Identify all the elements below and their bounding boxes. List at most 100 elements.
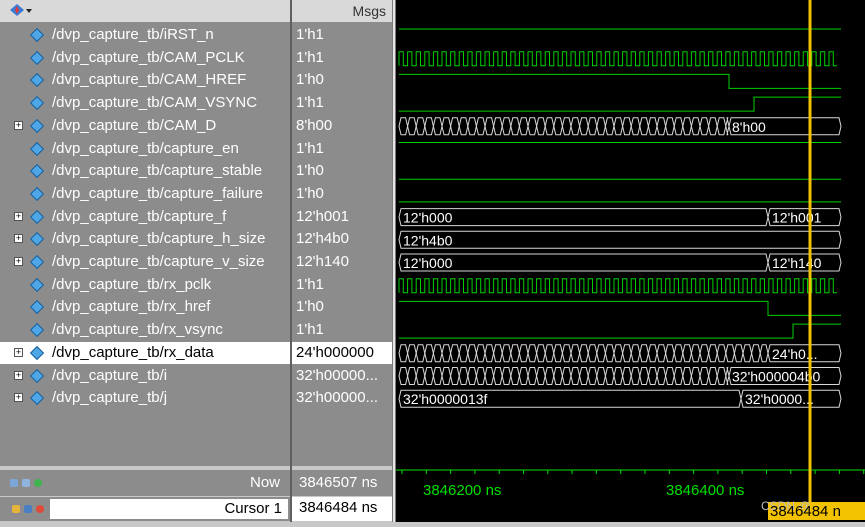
bus-segment xyxy=(475,344,486,363)
signal-value[interactable]: 1'h0 xyxy=(292,69,392,92)
time-tick-2: 3846400 ns xyxy=(666,482,744,499)
wave-trace xyxy=(399,73,841,89)
time-tick-1: 3846200 ns xyxy=(423,482,501,499)
signal-row[interactable]: + /dvp_capture_tb/capture_h_size xyxy=(0,228,290,251)
bus-segment xyxy=(415,344,426,363)
signal-name: /dvp_capture_tb/rx_data xyxy=(52,343,214,361)
signal-value[interactable]: 1'h0 xyxy=(292,183,392,206)
signal-value[interactable]: 12'h4b0 xyxy=(292,228,392,251)
add-icon[interactable] xyxy=(34,479,42,487)
bus-segment xyxy=(759,344,769,363)
expand-icon[interactable]: + xyxy=(14,234,23,244)
signal-row[interactable]: /dvp_capture_tb/rx_pclk xyxy=(0,274,290,297)
expand-icon[interactable]: + xyxy=(14,257,23,266)
expand-icon[interactable]: + xyxy=(14,347,23,357)
signal-value[interactable]: 24'h000000 xyxy=(292,341,392,365)
signal-names-panel: /dvp_capture_tb/iRST_n/dvp_capture_tb/CA… xyxy=(0,22,290,466)
signal-row[interactable]: + /dvp_capture_tb/rx_data xyxy=(0,341,290,365)
signal-value[interactable]: 12'h140 xyxy=(292,251,392,274)
now-label: Now xyxy=(249,474,280,491)
signal-diamond-icon xyxy=(29,186,45,201)
expand-icon[interactable]: + xyxy=(14,370,23,380)
bus-segment xyxy=(673,367,684,385)
signal-name: /dvp_capture_tb/capture_en xyxy=(52,139,239,157)
bus-segment xyxy=(441,344,452,363)
bus-segment xyxy=(613,117,624,136)
signal-row[interactable]: /dvp_capture_tb/CAM_HREF xyxy=(0,69,290,92)
bus-value-label: 12'h001 xyxy=(772,210,822,226)
bus-segment xyxy=(398,208,769,227)
signal-diamond-icon xyxy=(29,323,45,338)
signal-row[interactable]: /dvp_capture_tb/iRST_n xyxy=(0,24,290,47)
signal-value[interactable]: 8'h00 xyxy=(292,115,392,138)
signal-value[interactable]: 1'h0 xyxy=(292,160,392,183)
signal-name: /dvp_capture_tb/capture_v_size xyxy=(52,253,265,270)
sim-icon[interactable] xyxy=(10,479,18,487)
signal-row[interactable]: + /dvp_capture_tb/CAM_D xyxy=(0,115,290,138)
signal-row[interactable]: + /dvp_capture_tb/capture_v_size xyxy=(0,251,290,274)
expand-icon[interactable]: + xyxy=(14,211,23,221)
bus-segment xyxy=(708,344,718,363)
signal-row[interactable]: /dvp_capture_tb/rx_href xyxy=(0,296,290,319)
wave-menu-icon[interactable] xyxy=(10,4,32,16)
bus-value-label: 12'h000 xyxy=(403,210,453,226)
time-ruler[interactable]: 3846200 ns 3846400 ns CSDN @ 3846484 n xyxy=(396,466,865,522)
bus-segment xyxy=(424,344,434,363)
signal-value[interactable]: 1'h0 xyxy=(292,296,392,319)
signal-value[interactable]: 12'h001 xyxy=(292,206,392,229)
signal-value[interactable]: 1'h1 xyxy=(292,47,392,70)
pane-splitter[interactable] xyxy=(290,0,292,522)
signal-value[interactable]: 1'h1 xyxy=(292,274,392,297)
bus-segment xyxy=(441,367,452,385)
signal-row[interactable]: /dvp_capture_tb/capture_en xyxy=(0,138,290,161)
signal-value[interactable]: 1'h1 xyxy=(292,319,392,342)
signal-row[interactable]: + /dvp_capture_tb/i xyxy=(0,365,290,388)
signal-row[interactable]: + /dvp_capture_tb/j xyxy=(0,387,290,410)
bus-segment xyxy=(613,344,624,363)
bus-segment xyxy=(570,344,581,363)
bus-segment xyxy=(656,367,667,385)
bus-value-label: 12'h4b0 xyxy=(403,232,453,248)
cursor-name-box[interactable]: Cursor 1 xyxy=(50,499,288,519)
bus-segment xyxy=(579,367,589,385)
signal-row[interactable]: /dvp_capture_tb/capture_failure xyxy=(0,183,290,206)
delete-cursor-icon[interactable] xyxy=(36,505,44,513)
signal-value[interactable]: 32'h00000... xyxy=(292,365,392,388)
waveform-panel[interactable]: 8'h00 12'h000 12'h001 12'h4b0 12'h000 12'h140… xyxy=(396,0,865,466)
bus-segment xyxy=(536,344,546,363)
cursor-value-cell: 3846484 ns xyxy=(292,497,392,521)
bus-segment xyxy=(570,367,581,385)
bus-segment xyxy=(561,117,572,136)
bus-segment xyxy=(432,367,443,385)
bus-segment xyxy=(630,344,641,363)
bus-segment xyxy=(553,367,563,385)
bus-segment xyxy=(518,117,529,136)
bus-segment xyxy=(432,117,443,136)
signal-row[interactable]: + /dvp_capture_tb/capture_f xyxy=(0,206,290,229)
signal-name: /dvp_capture_tb/CAM_HREF xyxy=(52,71,247,89)
bus-segment xyxy=(493,344,503,363)
signal-row[interactable]: /dvp_capture_tb/CAM_VSYNC xyxy=(0,92,290,115)
now-row: Now xyxy=(0,470,290,496)
expand-icon[interactable]: + xyxy=(14,393,23,403)
bus-segment xyxy=(501,344,512,363)
signal-value[interactable]: 1'h1 xyxy=(292,24,392,47)
bus-segment xyxy=(690,117,701,136)
signal-value[interactable]: 1'h1 xyxy=(292,92,392,115)
lock-icon[interactable] xyxy=(12,505,20,513)
bus-segment xyxy=(699,117,710,136)
signal-row[interactable]: /dvp_capture_tb/capture_stable xyxy=(0,160,290,183)
bus-segment xyxy=(467,367,477,385)
signal-value[interactable]: 1'h1 xyxy=(292,138,392,161)
expand-icon[interactable]: + xyxy=(14,120,23,130)
waveform-canvas[interactable]: 8'h00 12'h000 12'h001 12'h4b0 12'h000 12'h140… xyxy=(396,0,865,466)
signal-row[interactable]: /dvp_capture_tb/CAM_PCLK xyxy=(0,47,290,70)
signal-value[interactable]: 32'h00000... xyxy=(292,387,392,410)
monitor-icon[interactable] xyxy=(22,479,30,487)
signal-diamond-icon xyxy=(29,27,45,43)
bus-segment xyxy=(699,344,710,363)
signal-row[interactable]: /dvp_capture_tb/rx_vsync xyxy=(0,319,290,342)
pencil-icon[interactable] xyxy=(24,505,32,513)
bus-segment xyxy=(647,344,658,363)
bus-segment xyxy=(596,117,606,136)
